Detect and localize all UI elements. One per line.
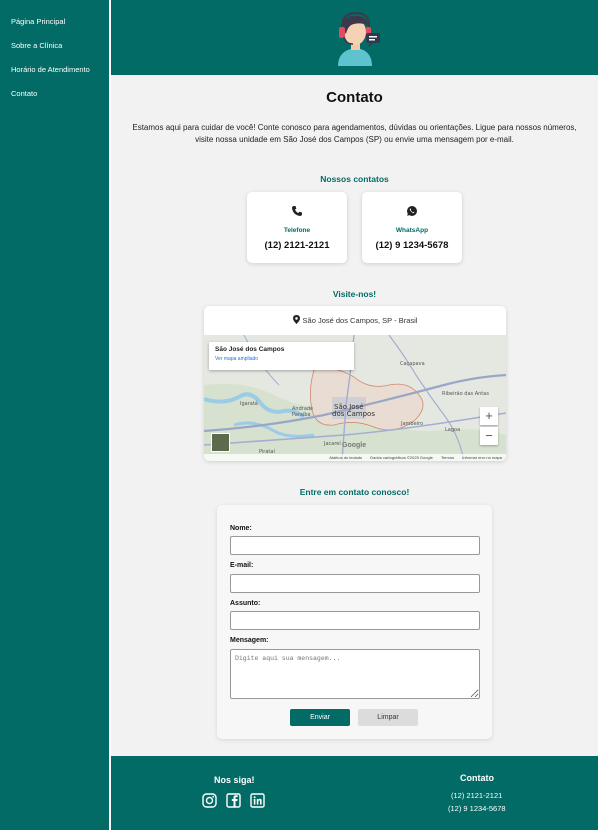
page-title: Contato	[326, 89, 383, 106]
map-place-label: Jambeiro	[400, 421, 423, 427]
map-place-label: Caçapava	[400, 361, 425, 367]
map-info-city: São José dos Campos	[215, 346, 285, 353]
sidebar-item-home[interactable]: Página Principal	[0, 0, 109, 26]
phone-icon	[292, 206, 302, 216]
footer-contact-title: Contato	[460, 773, 494, 783]
whatsapp-value[interactable]: (12) 9 1234-5678	[362, 240, 462, 251]
email-input[interactable]	[230, 574, 480, 593]
footer: Nos siga! Contato (12) 2121-2121 (12) 9 …	[111, 756, 598, 830]
map-place-label: Paraíba	[292, 411, 311, 418]
location-pin-icon	[292, 315, 300, 324]
map-zoom-out-button[interactable]: −	[480, 427, 498, 445]
whatsapp-card: WhatsApp (12) 9 1234-5678	[362, 192, 462, 263]
google-logo: Google	[342, 442, 367, 449]
map-place-label: Ribeirão das Antas	[442, 391, 489, 397]
map-place-label: Lagoa	[445, 427, 460, 433]
whatsapp-icon	[407, 206, 417, 216]
form-section-title: Entre em contato conosco!	[299, 487, 410, 497]
instagram-icon[interactable]	[202, 793, 217, 808]
map-report-link[interactable]: Informar erro no mapa	[462, 455, 502, 460]
phone-value[interactable]: (12) 2121-2121	[247, 240, 347, 251]
whatsapp-label: WhatsApp	[395, 227, 429, 234]
subject-label: Assunto:	[230, 600, 261, 607]
map-footer: Atalhos do teclado Dados cartográficos ©…	[204, 454, 506, 461]
map-zoom-in-button[interactable]: +	[480, 407, 498, 425]
clear-button[interactable]: Limpar	[358, 709, 418, 726]
subject-input[interactable]	[230, 611, 480, 630]
sidebar-item-hours[interactable]: Horário de Atendimento	[0, 48, 109, 74]
follow-title: Nos siga!	[214, 775, 255, 785]
footer-phone[interactable]: (12) 2121-2121	[451, 791, 502, 800]
map-info-card: São José dos Campos Ver mapa ampliado	[209, 342, 354, 370]
linkedin-icon[interactable]	[250, 793, 265, 808]
facebook-icon[interactable]	[226, 793, 241, 808]
phone-card: Telefone (12) 2121-2121	[247, 192, 347, 263]
map-address-text: São José dos Campos, SP - Brasil	[302, 316, 418, 325]
map-city-label-2: dos Campos	[332, 410, 375, 418]
sidebar: Página Principal Sobre a Clínica Horário…	[0, 0, 109, 830]
phone-label: Telefone	[283, 227, 311, 234]
header	[111, 0, 598, 75]
sidebar-item-about[interactable]: Sobre a Clínica	[0, 24, 109, 50]
map-terms-link[interactable]: Termos	[441, 455, 454, 460]
contacts-section-title: Nossos contatos	[320, 174, 389, 184]
map-shortcuts-link[interactable]: Atalhos do teclado	[329, 455, 362, 460]
map-data-attribution: Dados cartográficos ©2025 Google	[370, 455, 433, 460]
sidebar-item-contact[interactable]: Contato	[0, 72, 109, 98]
name-label: Nome:	[230, 525, 252, 532]
main-content: Contato Estamos aqui para cuidar de você…	[111, 75, 598, 756]
map-address: São José dos Campos, SP - Brasil	[204, 306, 506, 335]
email-label: E-mail:	[230, 562, 254, 569]
name-input[interactable]	[230, 536, 480, 555]
map-place-label: Igaratá	[240, 400, 258, 407]
intro-text: Estamos aqui para cuidar de você! Conte …	[132, 123, 577, 144]
support-agent-icon	[338, 11, 380, 66]
footer-whatsapp[interactable]: (12) 9 1234-5678	[448, 804, 506, 813]
map-satellite-toggle[interactable]	[211, 433, 230, 452]
send-button[interactable]: Enviar	[290, 709, 350, 726]
map-enlarge-link[interactable]: Ver mapa ampliado	[215, 356, 348, 362]
map-place-label: Jacareí	[323, 440, 341, 447]
message-label: Mensagem:	[230, 637, 269, 644]
map-container: São José dos Campos, SP - Brasil São Jos…	[204, 306, 506, 461]
visit-section-title: Visite-nos!	[332, 289, 377, 299]
message-textarea[interactable]	[230, 649, 480, 699]
contact-form: Nome: E-mail: Assunto: Mensagem: Enviar …	[217, 505, 492, 739]
